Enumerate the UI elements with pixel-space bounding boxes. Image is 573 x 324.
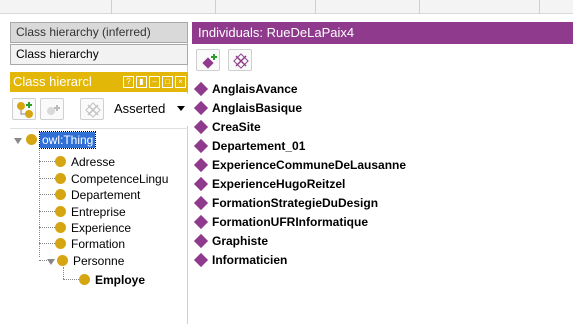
class-icon (55, 238, 66, 249)
tree-connector (39, 178, 55, 179)
delete-individual-button[interactable] (228, 49, 252, 71)
individual-label: Informaticien (212, 253, 288, 267)
top-strip-segment (216, 0, 316, 14)
top-strip-segment (316, 0, 420, 14)
tab-class-hierarchy[interactable]: Class hierarchy (10, 44, 188, 65)
individuals-title: Individuals: RueDeLaPaix4 (198, 25, 355, 40)
class-hierarchy-view-header: Class hierarcl ? ▮ – □ × (10, 72, 188, 92)
top-strip-segment (0, 0, 112, 14)
individual-icon (193, 81, 209, 97)
tree-connector (39, 161, 55, 162)
tree-node-personne[interactable]: Personne (47, 253, 167, 269)
tree-connector (63, 279, 79, 280)
tree-node-label: CompetenceLingu (71, 172, 169, 186)
expand-icon[interactable] (14, 138, 22, 144)
individual-icon (193, 233, 209, 249)
individuals-panel: Individuals: RueDeLaPaix4 AnglaisAvance … (192, 22, 573, 324)
individual-label: AnglaisBasique (212, 101, 303, 115)
tree-node-label: Departement (71, 188, 141, 202)
minimize-icon[interactable]: – (149, 76, 160, 88)
tree-node-label: Entreprise (71, 205, 126, 219)
class-icon (55, 222, 66, 233)
individual-icon (193, 157, 209, 173)
individual-label: FormationUFRInformatique (212, 215, 368, 229)
tree-connector (39, 194, 55, 195)
individual-label: Departement_01 (212, 139, 306, 153)
class-icon (55, 173, 66, 184)
delete-individual-icon (233, 53, 249, 69)
individual-label: ExperienceHugoReitzel (212, 177, 346, 191)
add-individual-button[interactable] (196, 49, 220, 71)
tree-node-label: Formation (71, 237, 126, 251)
tab-class-hierarchy-inferred[interactable]: Class hierarchy (inferred) (10, 22, 188, 43)
tree-node-owl-thing[interactable]: owl:Thing (14, 131, 184, 149)
add-sibling-button[interactable] (40, 98, 64, 120)
tree-node-label: Employe (95, 273, 146, 287)
add-individual-icon (202, 54, 217, 69)
tree-node-competencelingu[interactable]: CompetenceLingu (55, 171, 188, 187)
individual-label: ExperienceCommuneDeLausanne (212, 158, 407, 172)
class-icon (79, 274, 90, 285)
individual-label: CreaSite (212, 120, 261, 134)
top-panel-strip (0, 0, 573, 14)
tree-connector (39, 260, 47, 261)
individuals-header: Individuals: RueDeLaPaix4 (192, 22, 573, 44)
hierarchy-mode-value: Asserted (114, 101, 166, 116)
view-header-buttons: ? ▮ – □ × (123, 76, 186, 88)
individual-label: FormationStrategieDuDesign (212, 196, 379, 210)
add-subclass-button[interactable] (12, 98, 36, 120)
expand-icon[interactable] (47, 259, 55, 265)
individual-icon (193, 252, 209, 268)
top-strip-segment (112, 0, 216, 14)
tree-connector (39, 211, 55, 212)
individual-icon (193, 100, 209, 116)
help-icon[interactable]: ? (123, 76, 134, 88)
class-icon (26, 134, 37, 145)
tree-connector (39, 243, 55, 244)
individual-label: Graphiste (212, 234, 269, 248)
class-icon (55, 189, 66, 200)
individual-icon (193, 119, 209, 135)
individual-icon (193, 176, 209, 192)
tree-node-label: owl:Thing (38, 131, 97, 149)
delete-class-button[interactable] (80, 98, 104, 120)
tree-node-label: Adresse (71, 155, 116, 169)
tree-node-label: Experience (71, 221, 132, 235)
hierarchy-mode-select[interactable]: Asserted (114, 99, 185, 119)
individual-label: AnglaisAvance (212, 82, 298, 96)
close-icon[interactable]: × (175, 76, 186, 88)
tree-connector (39, 227, 55, 228)
individual-icon (193, 214, 209, 230)
tree-node-label: Personne (73, 254, 125, 268)
class-icon (55, 156, 66, 167)
maximize-icon[interactable]: □ (162, 76, 173, 88)
individual-icon (193, 138, 209, 154)
individuals-toolbar (192, 44, 573, 76)
class-icon (55, 206, 66, 217)
pin-icon[interactable]: ▮ (136, 76, 147, 88)
add-subclass-icon (17, 102, 33, 118)
add-sibling-icon (47, 105, 60, 115)
class-icon (57, 255, 68, 266)
view-title: Class hierarcl (13, 74, 92, 89)
individual-icon (193, 195, 209, 211)
top-strip-segment (420, 0, 540, 14)
class-toolbar: Asserted (10, 94, 188, 126)
delete-class-icon (85, 102, 101, 118)
class-tree: owl:Thing Adresse CompetenceLingu Depart… (10, 128, 188, 324)
chevron-down-icon (177, 106, 185, 111)
class-hierarchy-panel: Class hierarchy (inferred) Class hierarc… (10, 22, 188, 324)
